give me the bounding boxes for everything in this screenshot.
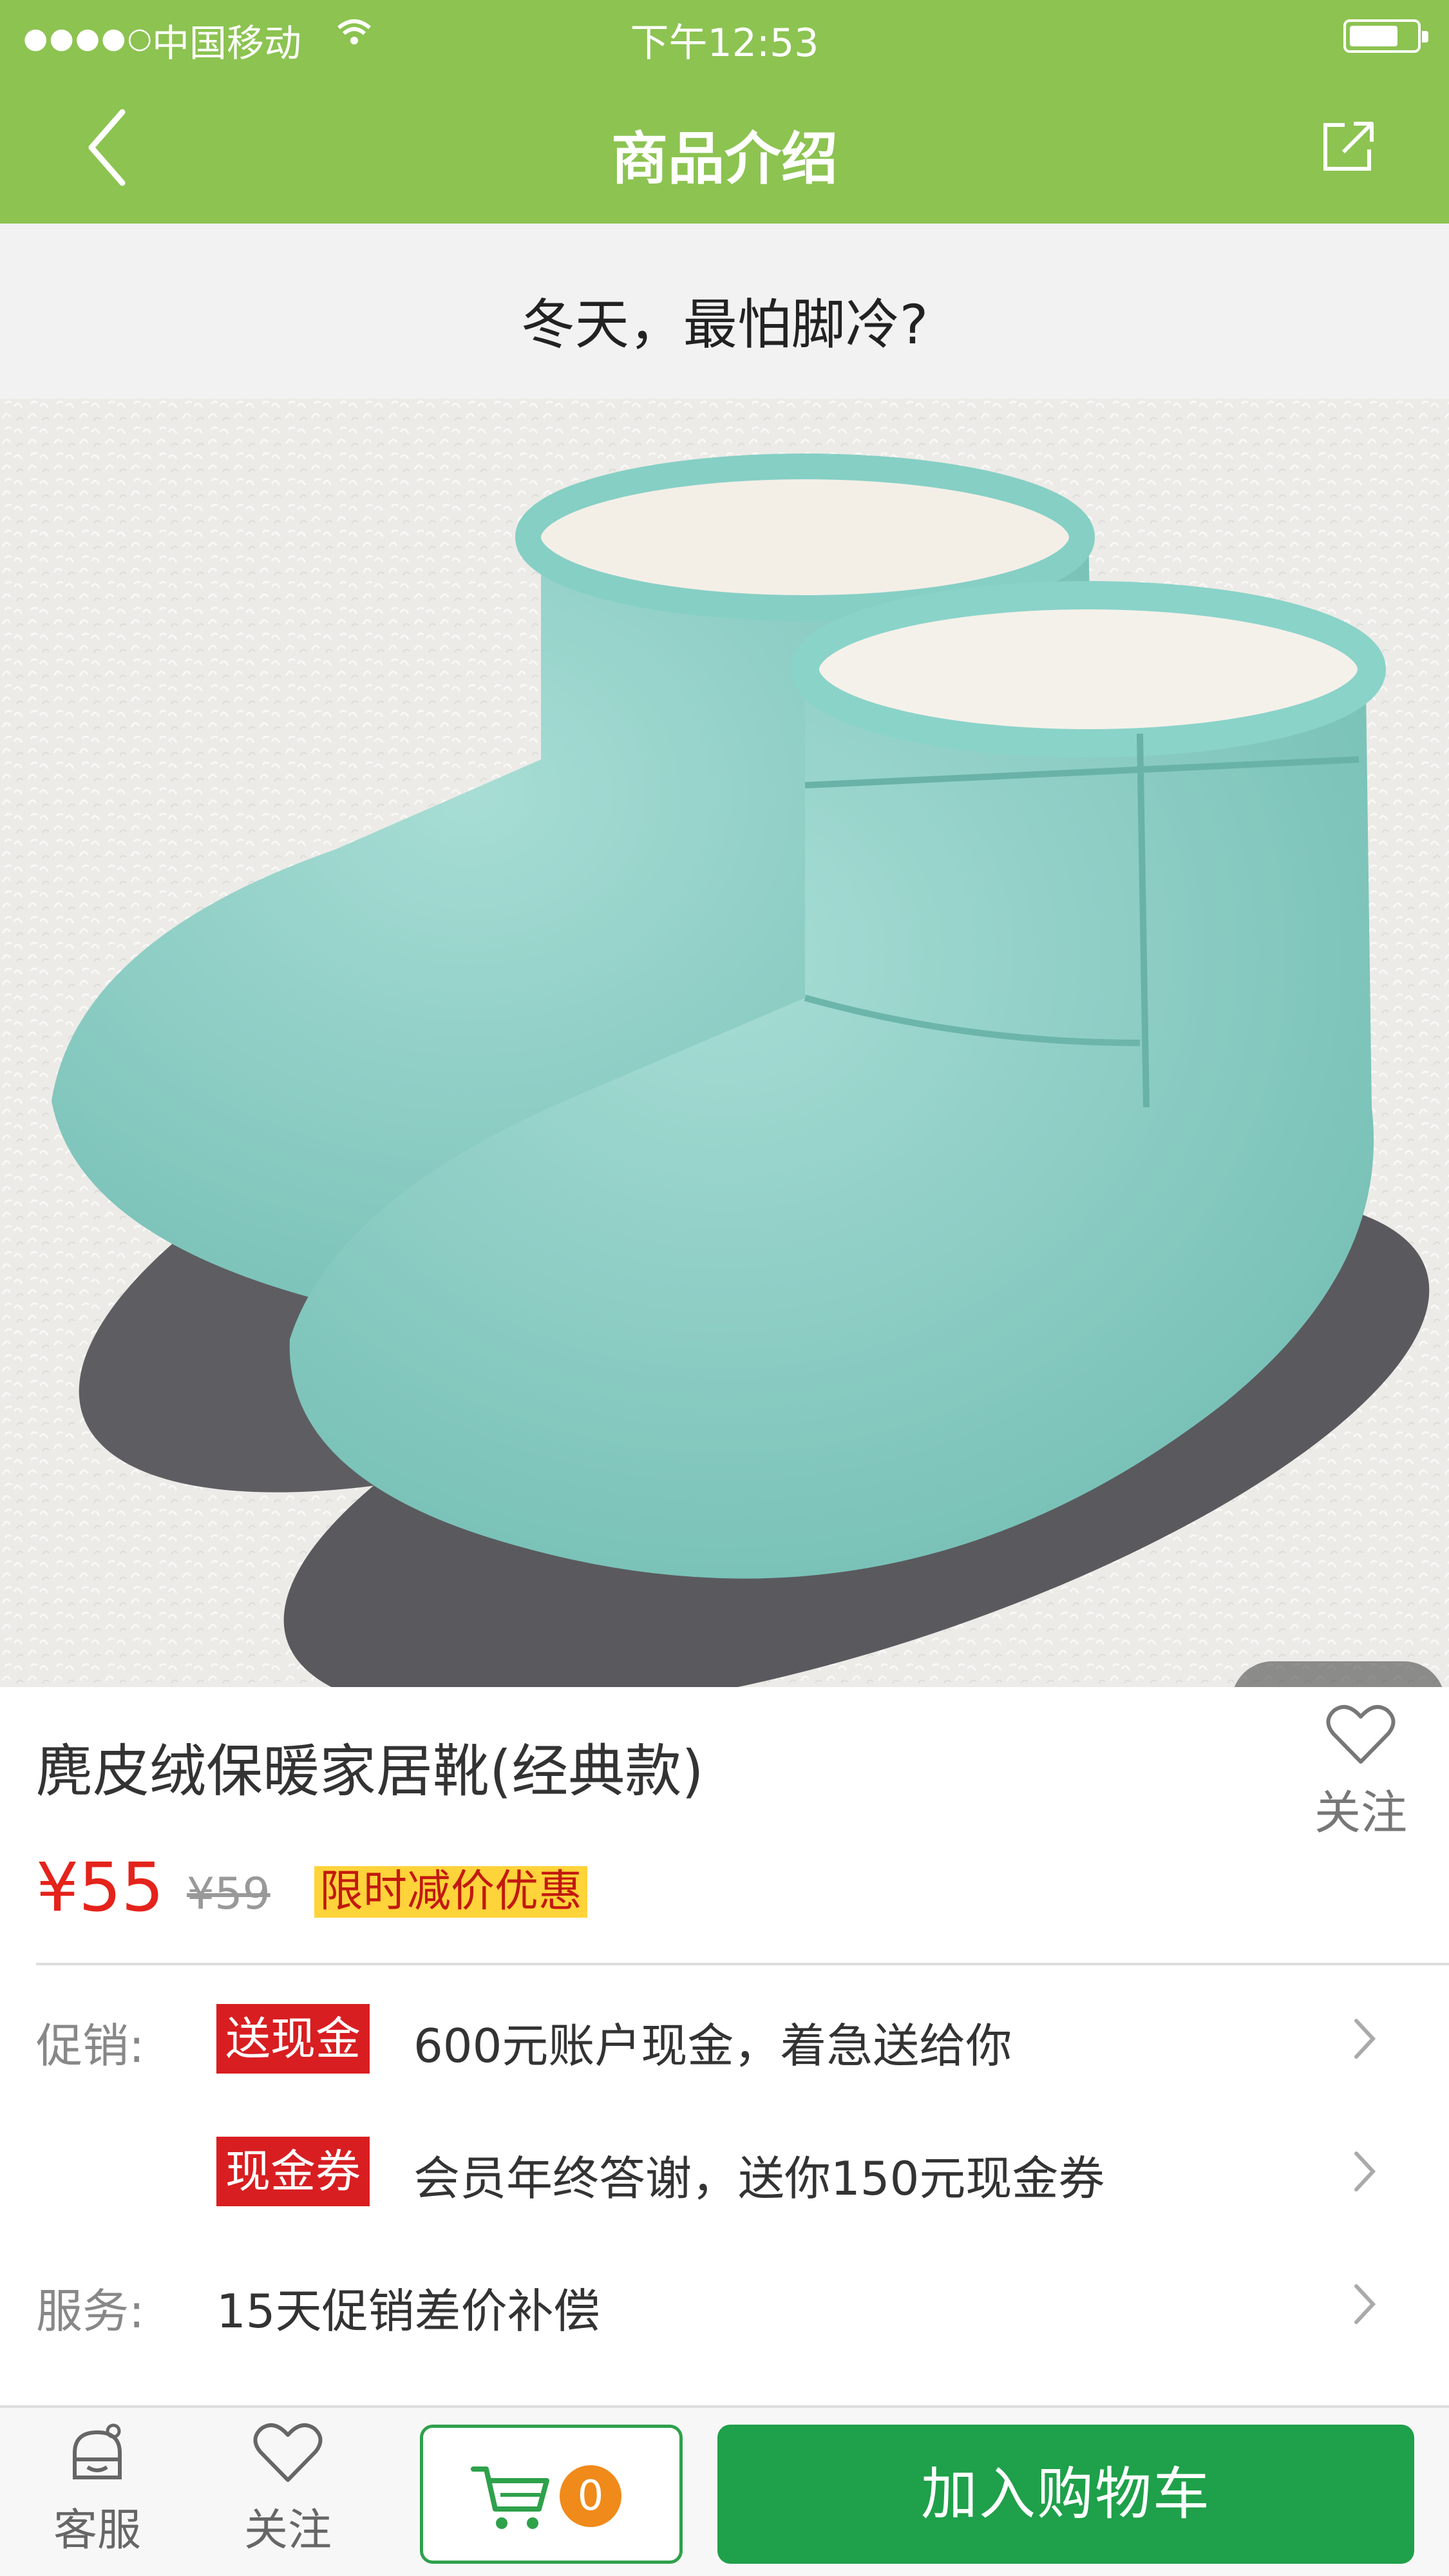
share-icon[interactable] <box>1319 117 1377 175</box>
customer-service-label: 客服 <box>53 2505 141 2556</box>
current-price: ¥55 <box>36 1848 164 1927</box>
service-row[interactable]: 服务: 15天促销差价补偿 <box>0 2242 1449 2352</box>
battery-icon <box>1343 19 1428 53</box>
status-time: 下午12:53 <box>630 21 819 66</box>
favorite-label: 关注 <box>1314 1786 1407 1840</box>
heart-icon <box>253 2423 323 2482</box>
add-to-cart-button[interactable]: 加入购物车 <box>717 2425 1414 2564</box>
top-bar: ●●●●○ 中国移动 下午12:53 商品介绍 <box>0 0 1449 224</box>
customer-service-icon <box>73 2423 122 2479</box>
cart-button[interactable]: 0 <box>420 2425 683 2564</box>
promo-tag: 限时减价优惠 <box>314 1866 588 1918</box>
chevron-right-icon <box>1354 2151 1376 2191</box>
cart-count-badge: 0 <box>560 2465 621 2527</box>
promotion-badge: 现金券 <box>216 2137 370 2206</box>
promotion-text: 会员年终答谢，送你150元现金券 <box>413 2151 1105 2206</box>
chevron-right-icon <box>1354 2284 1376 2324</box>
assistive-touch-button[interactable] <box>1231 1661 1445 1687</box>
page-title: 商品介绍 <box>611 126 838 192</box>
customer-service-button[interactable]: 客服 <box>23 2421 171 2569</box>
service-label: 服务: <box>36 2284 145 2338</box>
boots-illustration <box>0 399 1449 1687</box>
product-info: 麂皮绒保暖家居靴(经典款) 关注 ¥55 ¥59 限时减价优惠 促销: 送现金 … <box>0 1687 1449 2409</box>
heart-icon <box>1326 1704 1396 1764</box>
promotion-badge: 送现金 <box>216 2004 370 2074</box>
navigation-bar: 商品介绍 <box>0 72 1449 224</box>
promotion-label: 促销: <box>36 2019 145 2073</box>
divider <box>36 1963 1449 1965</box>
promotion-row-cash[interactable]: 促销: 送现金 600元账户现金，着急送给你 <box>0 1977 1449 2086</box>
product-image[interactable] <box>0 399 1449 1687</box>
follow-button[interactable]: 关注 <box>214 2421 362 2569</box>
banner: 冬天，最怕脚冷? <box>0 224 1449 399</box>
promotion-text: 600元账户现金，着急送给你 <box>413 2019 1012 2073</box>
bottom-action-bar: 客服 关注 0 加入购物车 <box>0 2405 1449 2576</box>
status-bar: ●●●●○ 中国移动 下午12:53 <box>0 0 1449 72</box>
chevron-right-icon <box>1354 2019 1376 2059</box>
follow-label: 关注 <box>243 2505 332 2556</box>
shopping-cart-icon <box>471 2466 549 2529</box>
favorite-button[interactable]: 关注 <box>1300 1703 1422 1844</box>
service-text: 15天促销差价补偿 <box>216 2284 600 2338</box>
product-name: 麂皮绒保暖家居靴(经典款) <box>36 1738 704 1804</box>
promotion-row-coupon[interactable]: 现金券 会员年终答谢，送你150元现金券 <box>0 2110 1449 2219</box>
banner-caption: 冬天，最怕脚冷? <box>520 293 929 356</box>
original-price: ¥59 <box>187 1869 270 1920</box>
